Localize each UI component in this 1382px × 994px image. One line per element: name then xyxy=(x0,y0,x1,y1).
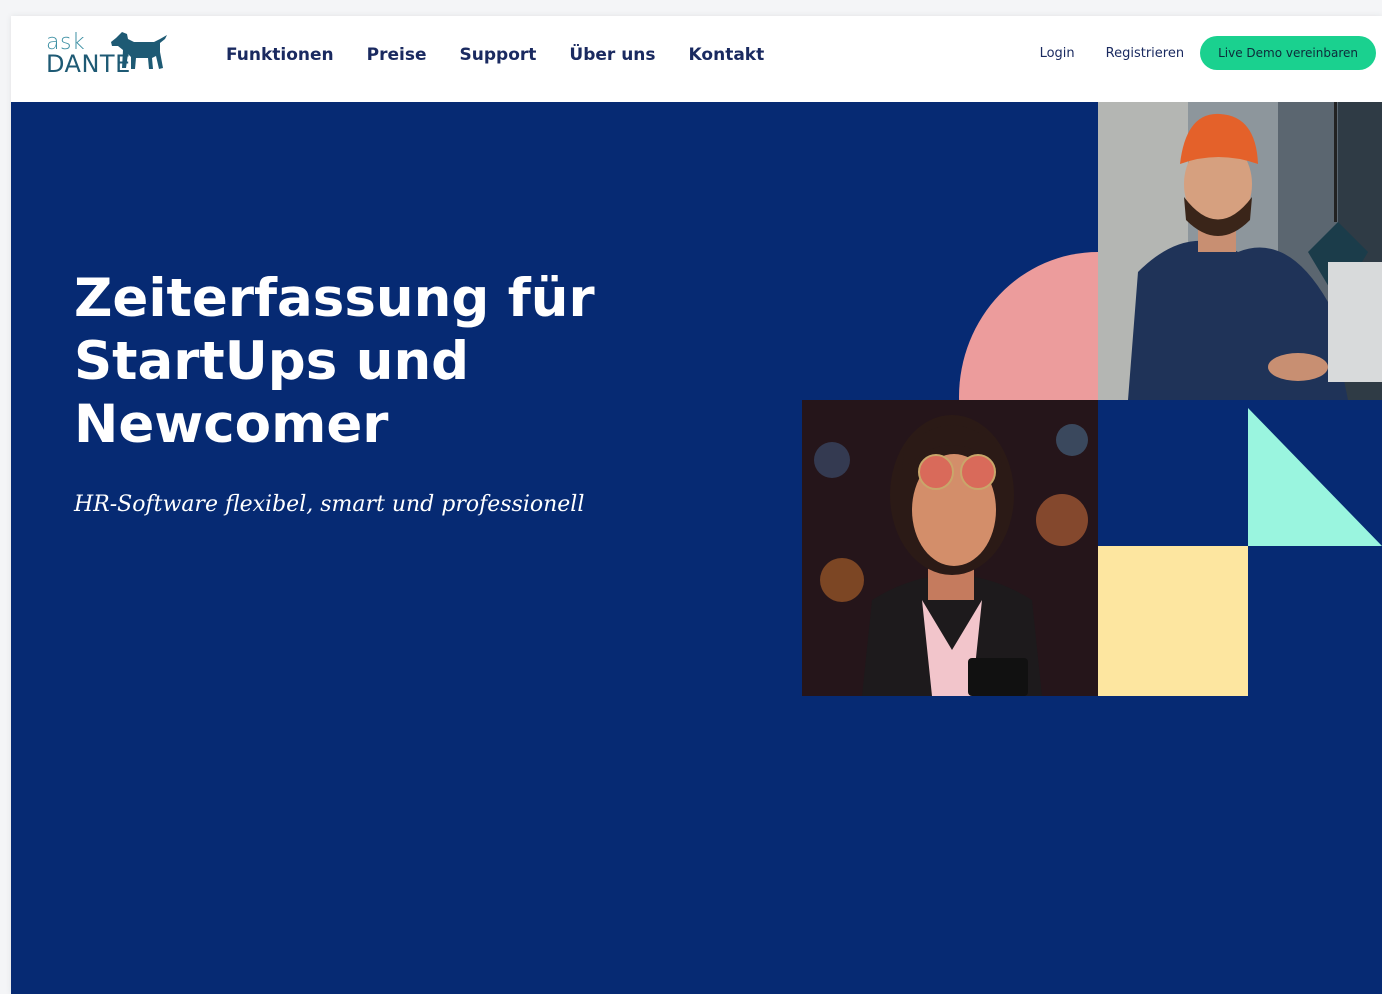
yellow-square-decoration xyxy=(1098,546,1248,696)
hero-headline-line-3: Newcomer xyxy=(74,394,389,455)
site-header: ask DANTE Funktionen Preise Support Über… xyxy=(11,16,1382,102)
account-nav: Login Registrieren Live Demo vereinbaren xyxy=(1040,36,1376,70)
hero-section: Zeiterfassung für StartUps und Newcomer … xyxy=(11,102,1382,994)
nav-ueber-uns[interactable]: Über uns xyxy=(569,45,655,65)
askdante-logo[interactable]: ask DANTE xyxy=(46,30,171,78)
login-link[interactable]: Login xyxy=(1040,46,1075,61)
main-nav: Funktionen Preise Support Über uns Konta… xyxy=(226,45,797,65)
navy-square-decoration xyxy=(1098,400,1248,546)
mint-triangle-decoration xyxy=(1248,408,1382,546)
nav-support[interactable]: Support xyxy=(460,45,537,65)
hero-subline: HR-Software flexibel, smart und professi… xyxy=(74,492,585,517)
hero-headline: Zeiterfassung für StartUps und Newcomer xyxy=(74,267,634,456)
live-demo-button[interactable]: Live Demo vereinbaren xyxy=(1200,36,1376,70)
nav-funktionen[interactable]: Funktionen xyxy=(226,45,334,65)
browser-viewport: ask DANTE Funktionen Preise Support Über… xyxy=(11,16,1382,994)
hero-headline-line-2: StartUps und xyxy=(74,331,470,392)
photo-man-with-laptop xyxy=(1098,102,1382,400)
hero-headline-line-1: Zeiterfassung für xyxy=(74,268,595,329)
register-link[interactable]: Registrieren xyxy=(1106,46,1184,61)
dog-icon xyxy=(111,32,167,69)
photo-woman-with-glasses xyxy=(802,400,1098,696)
nav-preise[interactable]: Preise xyxy=(367,45,427,65)
nav-kontakt[interactable]: Kontakt xyxy=(689,45,765,65)
